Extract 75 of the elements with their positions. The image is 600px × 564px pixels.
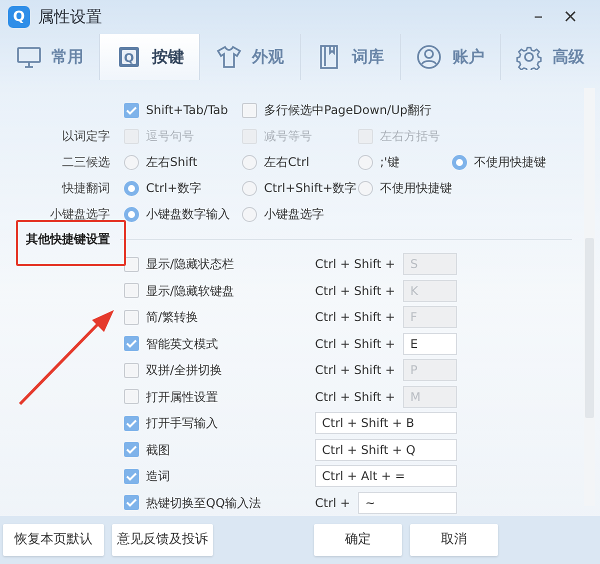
radio-button[interactable] xyxy=(242,206,257,222)
checkbox[interactable] xyxy=(124,102,139,118)
radio-button[interactable] xyxy=(358,180,373,196)
checkbox[interactable] xyxy=(242,102,257,118)
checkbox[interactable] xyxy=(124,256,139,272)
key-prefix: Ctrl + Shift + xyxy=(315,388,396,406)
checkbox[interactable] xyxy=(124,362,139,378)
checkbox[interactable] xyxy=(124,310,139,325)
hotkey-field[interactable]: Ctrl + Shift + B xyxy=(315,412,457,434)
radio-button[interactable] xyxy=(124,154,139,170)
key-prefix: Ctrl + Shift + xyxy=(315,309,396,326)
key-prefix: Ctrl + Shift + xyxy=(315,362,396,380)
option-label: 小键盘选字 xyxy=(49,206,110,223)
section-title: 其他快捷键设置 xyxy=(25,231,111,248)
checkbox[interactable] xyxy=(124,468,139,484)
user-icon xyxy=(416,44,442,70)
checkbox[interactable] xyxy=(124,283,139,298)
monitor-icon xyxy=(16,44,42,70)
key-prefix: Ctrl + Shift + xyxy=(315,256,396,274)
option-label: Ctrl+数字 xyxy=(146,180,202,197)
option-label: 左右Shift xyxy=(146,154,198,171)
option-label: Shift+Tab/Tab xyxy=(146,102,228,119)
tab[interactable]: Q 按键 xyxy=(100,34,200,80)
option-label: 小键盘选字 xyxy=(264,206,324,223)
radio-button[interactable] xyxy=(452,154,467,170)
checkbox[interactable] xyxy=(124,442,139,458)
footer-button[interactable]: 恢复本页默认 xyxy=(3,524,104,556)
option-label: 逗号句号 xyxy=(146,128,194,145)
option-label: 左右Ctrl xyxy=(264,154,310,171)
footer-button[interactable]: 取消 xyxy=(410,524,498,556)
close-button[interactable]: × xyxy=(556,8,584,26)
settings-icon xyxy=(516,44,542,70)
key-prefix: Ctrl + xyxy=(315,494,350,512)
shortcut-label: 双拼/全拼切换 xyxy=(145,362,224,380)
key-prefix: Ctrl + Shift + xyxy=(315,282,396,300)
radio-button[interactable] xyxy=(358,154,373,170)
option-label: 以词定字 xyxy=(61,128,110,145)
option-label: 不使用快捷键 xyxy=(474,154,546,171)
shortcut-label: 显示/隐藏软键盘 xyxy=(145,282,236,300)
minimize-button[interactable]: – xyxy=(528,8,549,26)
shortcut-label: 截图 xyxy=(145,442,171,459)
checkbox[interactable] xyxy=(124,416,139,431)
shirt-icon xyxy=(216,44,242,70)
footer-button[interactable]: 意见反馈及投诉 xyxy=(112,524,213,556)
option-label: ;'键 xyxy=(380,154,400,171)
shortcut-label: 智能英文模式 xyxy=(145,336,219,353)
radio-button[interactable] xyxy=(242,180,257,196)
option-label: Ctrl+Shift+数字 xyxy=(264,180,357,197)
hotkey-field[interactable]: Ctrl + Alt + = xyxy=(315,465,457,488)
checkbox[interactable] xyxy=(124,336,139,352)
checkbox[interactable] xyxy=(124,495,139,510)
shortcut-label: 打开属性设置 xyxy=(145,388,219,406)
radio-button[interactable] xyxy=(242,154,257,170)
option-label: 左右方括号 xyxy=(380,128,440,145)
key-prefix: Ctrl + Shift + xyxy=(315,336,396,353)
shortcut-label: 简/繁转换 xyxy=(145,309,200,326)
footer-button[interactable]: 确定 xyxy=(314,524,402,556)
radio-button[interactable] xyxy=(124,180,139,196)
shortcut-label: 热键切换至QQ输入法 xyxy=(145,494,262,512)
hotkey-field[interactable]: Ctrl + Shift + Q xyxy=(315,438,457,461)
hotkey-field[interactable]: E xyxy=(403,332,457,355)
checkbox[interactable] xyxy=(124,389,139,404)
option-label: 快捷翻词 xyxy=(60,180,110,197)
shortcut-label: 打开手写输入 xyxy=(145,415,219,432)
option-label: 减号等号 xyxy=(264,128,312,145)
option-label: 不使用快捷键 xyxy=(380,180,452,197)
radio-button[interactable] xyxy=(124,206,139,222)
option-label: 小键盘数字输入 xyxy=(146,206,230,223)
window-title: 属性设置 xyxy=(38,6,102,28)
app-logo: Q xyxy=(8,6,30,28)
option-label: 多行候选中PageDown/Up翻行 xyxy=(264,102,432,119)
shortcut-label: 显示/隐藏状态栏 xyxy=(145,256,236,274)
hotkey-field[interactable]: ~ xyxy=(358,492,457,514)
shortcut-label: 造词 xyxy=(145,468,171,486)
option-label: 二三候选 xyxy=(61,154,110,171)
